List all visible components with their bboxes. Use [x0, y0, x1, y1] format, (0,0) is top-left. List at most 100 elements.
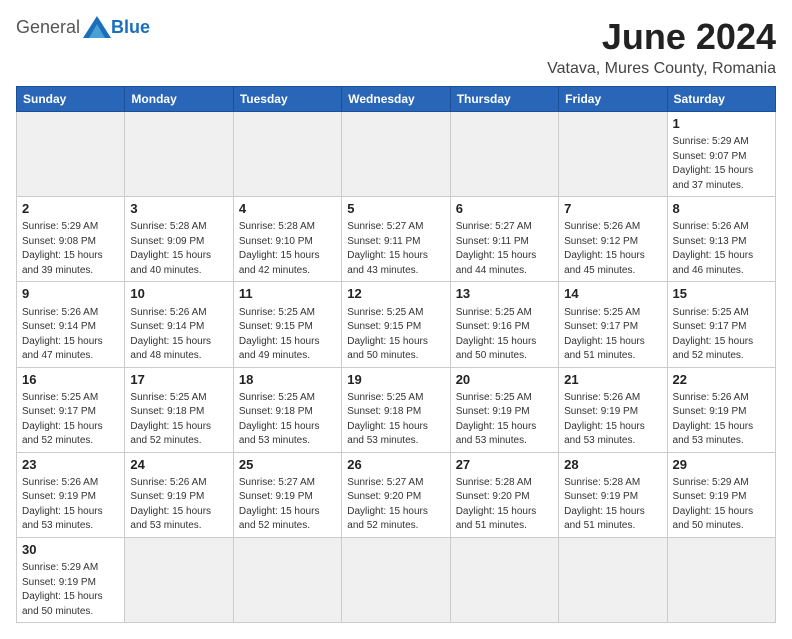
day-number: 9: [22, 285, 119, 303]
calendar-cell: 13 Sunrise: 5:25 AM Sunset: 9:16 PM Dayli…: [450, 282, 558, 367]
day-number: 15: [673, 285, 770, 303]
day-number: 22: [673, 371, 770, 389]
day-number: 4: [239, 200, 336, 218]
day-info: Sunrise: 5:27 AM Sunset: 9:19 PM Dayligh…: [239, 476, 336, 534]
calendar-cell: 16 Sunrise: 5:25 AM Sunset: 9:17 PM Dayli…: [17, 367, 125, 452]
day-info: Sunrise: 5:25 AM Sunset: 9:18 PM Dayligh…: [239, 391, 336, 449]
day-info: Sunrise: 5:28 AM Sunset: 9:09 PM Dayligh…: [130, 220, 227, 278]
day-info: Sunrise: 5:27 AM Sunset: 9:11 PM Dayligh…: [347, 220, 444, 278]
day-info: Sunrise: 5:25 AM Sunset: 9:17 PM Dayligh…: [673, 306, 770, 364]
day-info: Sunrise: 5:26 AM Sunset: 9:19 PM Dayligh…: [130, 476, 227, 534]
day-info: Sunrise: 5:27 AM Sunset: 9:11 PM Dayligh…: [456, 220, 553, 278]
day-number: 18: [239, 371, 336, 389]
calendar-cell: 20Sunrise: 5:25 AM Sunset: 9:19 PM Dayli…: [450, 367, 558, 452]
calendar-cell: [233, 537, 341, 622]
calendar-cell: [233, 112, 341, 197]
calendar-header-row: Sunday Monday Tuesday Wednesday Thursday…: [17, 87, 776, 112]
calendar-cell: 19 Sunrise: 5:25 AM Sunset: 9:18 PM Dayli…: [342, 367, 450, 452]
day-info: Sunrise: 5:26 AM Sunset: 9:12 PM Dayligh…: [564, 220, 661, 278]
day-number: 10: [130, 285, 227, 303]
calendar-cell: [559, 537, 667, 622]
day-info: Sunrise: 5:27 AM Sunset: 9:20 PM Dayligh…: [347, 476, 444, 534]
day-info: Sunrise: 5:29 AM Sunset: 9:08 PM Dayligh…: [22, 220, 119, 278]
logo-blue-text: Blue: [111, 17, 150, 38]
calendar-cell: 30 Sunrise: 5:29 AM Sunset: 9:19 PM Dayli…: [17, 537, 125, 622]
day-info: Sunrise: 5:25 AM Sunset: 9:17 PM Dayligh…: [22, 391, 119, 449]
day-number: 13: [456, 285, 553, 303]
day-number: 23: [22, 456, 119, 474]
day-number: 11: [239, 285, 336, 303]
calendar-cell: 9 Sunrise: 5:26 AM Sunset: 9:14 PM Daylig…: [17, 282, 125, 367]
calendar-cell: [667, 537, 775, 622]
calendar-cell: 12Sunrise: 5:25 AM Sunset: 9:15 PM Dayli…: [342, 282, 450, 367]
day-info: Sunrise: 5:28 AM Sunset: 9:19 PM Dayligh…: [564, 476, 661, 534]
calendar-cell: 4 Sunrise: 5:28 AM Sunset: 9:10 PM Daylig…: [233, 197, 341, 282]
day-info: Sunrise: 5:25 AM Sunset: 9:17 PM Dayligh…: [564, 306, 661, 364]
day-number: 1: [673, 115, 770, 133]
calendar-cell: [125, 537, 233, 622]
calendar-cell: 1 Sunrise: 5:29 AM Sunset: 9:07 PM Daylig…: [667, 112, 775, 197]
day-number: 14: [564, 285, 661, 303]
day-number: 28: [564, 456, 661, 474]
calendar-cell: 22Sunrise: 5:26 AM Sunset: 9:19 PM Dayli…: [667, 367, 775, 452]
logo-general-text: General: [16, 17, 80, 38]
calendar-cell: 2Sunrise: 5:29 AM Sunset: 9:08 PM Daylig…: [17, 197, 125, 282]
day-number: 30: [22, 541, 119, 559]
day-number: 3: [130, 200, 227, 218]
day-info: Sunrise: 5:26 AM Sunset: 9:19 PM Dayligh…: [22, 476, 119, 534]
calendar-cell: [17, 112, 125, 197]
day-number: 8: [673, 200, 770, 218]
day-info: Sunrise: 5:26 AM Sunset: 9:19 PM Dayligh…: [564, 391, 661, 449]
day-number: 6: [456, 200, 553, 218]
header-monday: Monday: [125, 87, 233, 112]
day-info: Sunrise: 5:25 AM Sunset: 9:18 PM Dayligh…: [130, 391, 227, 449]
calendar-cell: 27Sunrise: 5:28 AM Sunset: 9:20 PM Dayli…: [450, 452, 558, 537]
calendar-cell: 14 Sunrise: 5:25 AM Sunset: 9:17 PM Dayli…: [559, 282, 667, 367]
day-info: Sunrise: 5:25 AM Sunset: 9:18 PM Dayligh…: [347, 391, 444, 449]
day-number: 29: [673, 456, 770, 474]
logo-icon: [83, 16, 111, 38]
calendar-cell: 11 Sunrise: 5:25 AM Sunset: 9:15 PM Dayli…: [233, 282, 341, 367]
day-info: Sunrise: 5:29 AM Sunset: 9:19 PM Dayligh…: [673, 476, 770, 534]
calendar-table: Sunday Monday Tuesday Wednesday Thursday…: [16, 86, 776, 623]
header-sunday: Sunday: [17, 87, 125, 112]
header-thursday: Thursday: [450, 87, 558, 112]
day-info: Sunrise: 5:28 AM Sunset: 9:10 PM Dayligh…: [239, 220, 336, 278]
calendar-cell: 8 Sunrise: 5:26 AM Sunset: 9:13 PM Daylig…: [667, 197, 775, 282]
calendar-cell: [559, 112, 667, 197]
calendar-cell: 3 Sunrise: 5:28 AM Sunset: 9:09 PM Daylig…: [125, 197, 233, 282]
calendar-cell: 18 Sunrise: 5:25 AM Sunset: 9:18 PM Dayli…: [233, 367, 341, 452]
calendar-cell: 23 Sunrise: 5:26 AM Sunset: 9:19 PM Dayli…: [17, 452, 125, 537]
calendar-cell: 6 Sunrise: 5:27 AM Sunset: 9:11 PM Daylig…: [450, 197, 558, 282]
calendar-cell: [125, 112, 233, 197]
day-number: 25: [239, 456, 336, 474]
day-number: 7: [564, 200, 661, 218]
day-number: 19: [347, 371, 444, 389]
day-number: 24: [130, 456, 227, 474]
calendar-cell: [450, 112, 558, 197]
day-info: Sunrise: 5:26 AM Sunset: 9:13 PM Dayligh…: [673, 220, 770, 278]
day-number: 5: [347, 200, 444, 218]
day-info: Sunrise: 5:29 AM Sunset: 9:19 PM Dayligh…: [22, 561, 119, 619]
calendar-cell: 24 Sunrise: 5:26 AM Sunset: 9:19 PM Dayli…: [125, 452, 233, 537]
day-info: Sunrise: 5:25 AM Sunset: 9:16 PM Dayligh…: [456, 306, 553, 364]
calendar-cell: 10 Sunrise: 5:26 AM Sunset: 9:14 PM Dayli…: [125, 282, 233, 367]
calendar-cell: [450, 537, 558, 622]
calendar-cell: [342, 112, 450, 197]
calendar-cell: 28 Sunrise: 5:28 AM Sunset: 9:19 PM Dayli…: [559, 452, 667, 537]
calendar-cell: 21Sunrise: 5:26 AM Sunset: 9:19 PM Dayli…: [559, 367, 667, 452]
calendar-cell: 26Sunrise: 5:27 AM Sunset: 9:20 PM Dayli…: [342, 452, 450, 537]
calendar-cell: [342, 537, 450, 622]
header-tuesday: Tuesday: [233, 87, 341, 112]
day-info: Sunrise: 5:26 AM Sunset: 9:14 PM Dayligh…: [22, 306, 119, 364]
header-friday: Friday: [559, 87, 667, 112]
calendar-cell: 25 Sunrise: 5:27 AM Sunset: 9:19 PM Dayli…: [233, 452, 341, 537]
day-info: Sunrise: 5:26 AM Sunset: 9:14 PM Dayligh…: [130, 306, 227, 364]
day-number: 16: [22, 371, 119, 389]
calendar-cell: 29 Sunrise: 5:29 AM Sunset: 9:19 PM Dayli…: [667, 452, 775, 537]
day-number: 17: [130, 371, 227, 389]
header-saturday: Saturday: [667, 87, 775, 112]
day-info: Sunrise: 5:25 AM Sunset: 9:15 PM Dayligh…: [239, 306, 336, 364]
day-info: Sunrise: 5:25 AM Sunset: 9:19 PM Dayligh…: [456, 391, 553, 449]
day-info: Sunrise: 5:29 AM Sunset: 9:07 PM Dayligh…: [673, 135, 770, 193]
